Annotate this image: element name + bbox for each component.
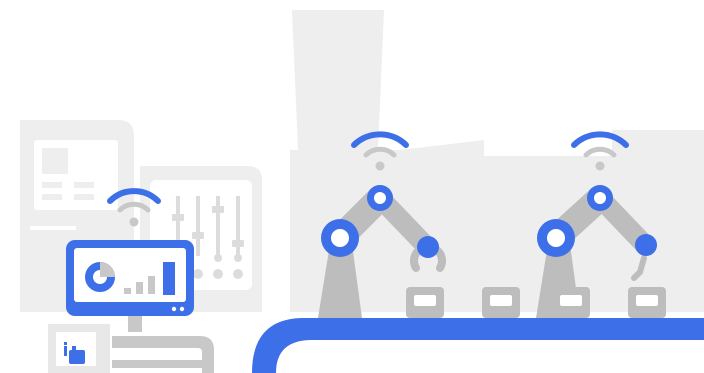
package-box-icon [406, 287, 444, 318]
factory-chimney [292, 10, 384, 150]
package-box-icon [552, 287, 590, 318]
package-box-icon [628, 287, 666, 318]
package-box-icon [482, 287, 520, 318]
factory-scene [20, 10, 704, 373]
conveyor-belt [252, 318, 704, 373]
monitor-stand [128, 314, 142, 332]
smart-factory-illustration [0, 0, 704, 373]
dashboard-monitor [66, 240, 194, 332]
